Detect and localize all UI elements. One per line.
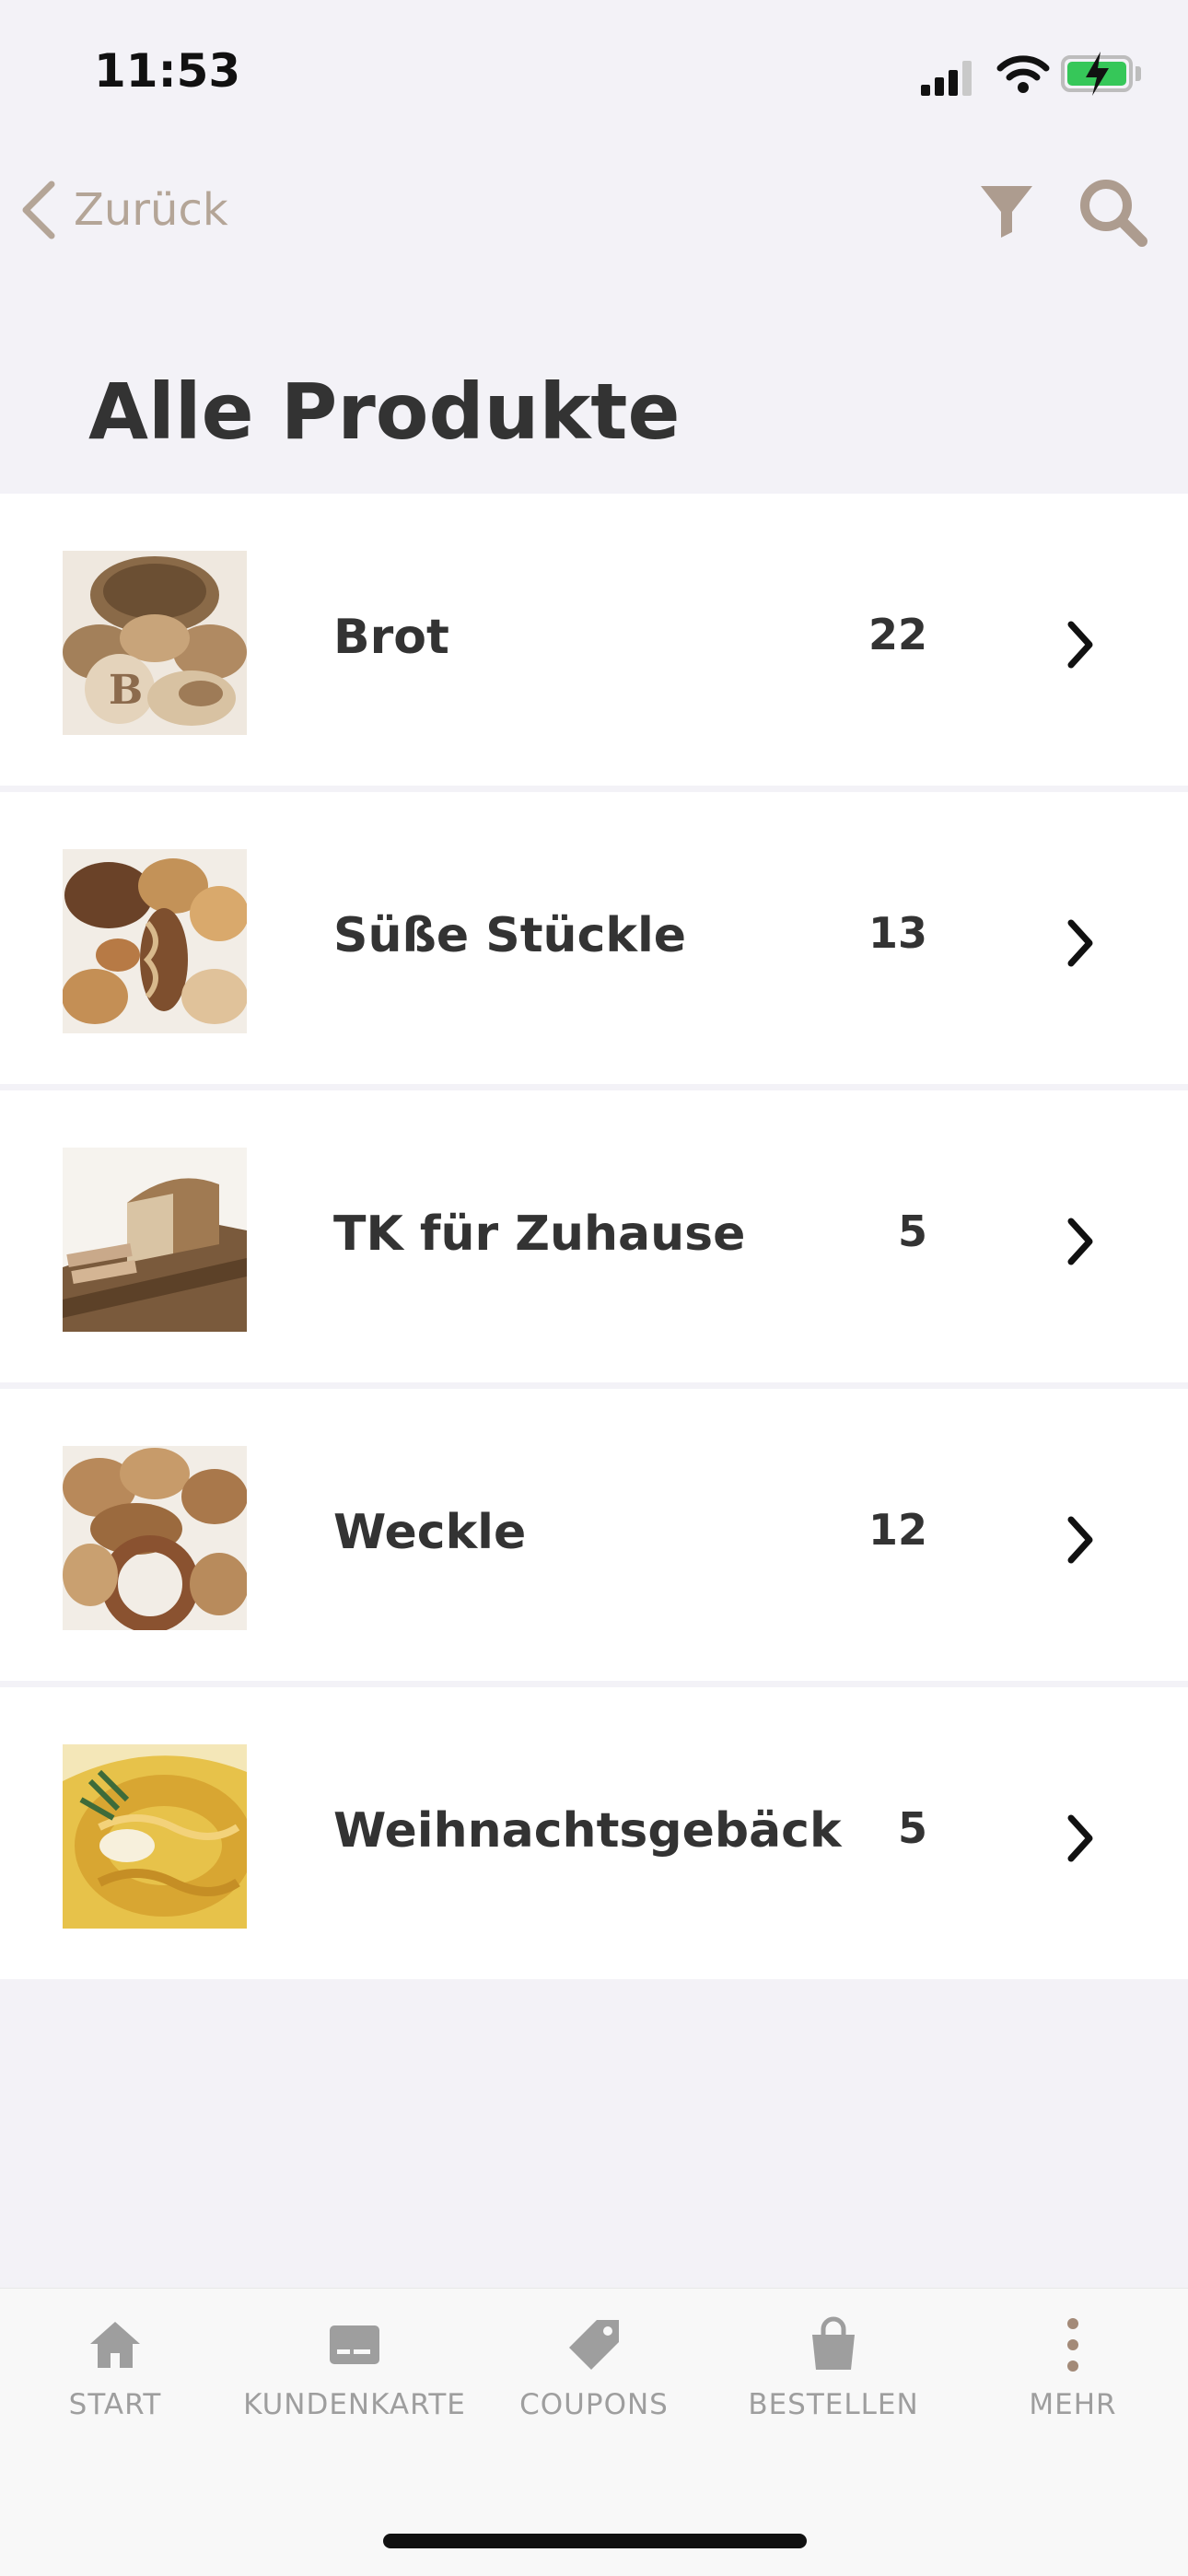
wifi-icon xyxy=(996,55,1050,93)
chevron-right-icon xyxy=(1067,621,1093,669)
suesse-stueckle-image xyxy=(63,849,247,1033)
tab-bestellen[interactable]: BESTELLEN xyxy=(718,2316,949,2454)
weckle-image xyxy=(63,1446,247,1630)
svg-text:B: B xyxy=(109,667,143,714)
category-count: 5 xyxy=(897,1803,927,1853)
tag-icon xyxy=(569,2320,619,2370)
category-count: 13 xyxy=(868,908,927,958)
chevron-right-icon xyxy=(1067,1516,1093,1564)
category-count: 22 xyxy=(868,610,927,659)
back-label: Zurück xyxy=(74,184,228,236)
tab-mehr[interactable]: MEHR xyxy=(958,2316,1188,2454)
status-bar: 11:53 xyxy=(0,0,1188,147)
bag-icon xyxy=(812,2316,855,2370)
more-icon xyxy=(1067,2318,1078,2372)
chevron-right-icon xyxy=(1067,1814,1093,1862)
home-indicator xyxy=(383,2534,807,2548)
filter-icon[interactable] xyxy=(978,181,1035,241)
tab-kundenkarte[interactable]: KUNDENKARTE xyxy=(239,2316,470,2454)
category-label: TK für Zuhause xyxy=(333,1206,746,1262)
category-label: Brot xyxy=(333,610,449,665)
category-label: Süße Stückle xyxy=(333,908,687,963)
home-icon xyxy=(90,2322,140,2368)
category-count: 5 xyxy=(897,1206,927,1256)
tab-label: BESTELLEN xyxy=(748,2388,919,2421)
tk-fuer-zuhause-image xyxy=(63,1148,247,1332)
category-count: 12 xyxy=(868,1505,927,1555)
navigation-bar: Zurück xyxy=(0,157,1188,267)
status-time: 11:53 xyxy=(94,44,241,98)
card-icon xyxy=(330,2325,379,2364)
search-icon[interactable] xyxy=(1076,175,1149,249)
chevron-right-icon xyxy=(1067,919,1093,967)
category-list: B Brot 22 Süße Stückle 13 TK für Zuhause… xyxy=(0,494,1188,1979)
category-row-tk-fuer-zuhause[interactable]: TK für Zuhause 5 xyxy=(0,1090,1188,1389)
category-row-brot[interactable]: B Brot 22 xyxy=(0,494,1188,792)
tab-start[interactable]: START xyxy=(0,2316,230,2454)
back-button[interactable]: Zurück xyxy=(18,173,228,247)
category-row-weckle[interactable]: Weckle 12 xyxy=(0,1389,1188,1687)
cellular-signal-icon xyxy=(921,59,976,96)
page-title: Alle Produkte xyxy=(88,367,681,457)
category-label: Weihnachtsgebäck xyxy=(333,1803,842,1859)
tab-coupons[interactable]: COUPONS xyxy=(479,2316,709,2454)
weihnachtsgebaeck-image xyxy=(63,1744,247,1929)
chevron-left-icon xyxy=(22,181,55,239)
tab-label: KUNDENKARTE xyxy=(243,2388,466,2421)
tab-label: COUPONS xyxy=(519,2388,669,2421)
tab-label: MEHR xyxy=(1029,2388,1117,2421)
brot-image: B xyxy=(63,551,247,735)
category-row-suesse-stueckle[interactable]: Süße Stückle 13 xyxy=(0,792,1188,1090)
chevron-right-icon xyxy=(1067,1218,1093,1265)
charging-bolt-icon xyxy=(1086,52,1109,96)
tab-label: START xyxy=(68,2388,162,2421)
category-row-weihnachtsgebaeck[interactable]: Weihnachtsgebäck 5 xyxy=(0,1687,1188,1979)
category-label: Weckle xyxy=(333,1505,527,1560)
